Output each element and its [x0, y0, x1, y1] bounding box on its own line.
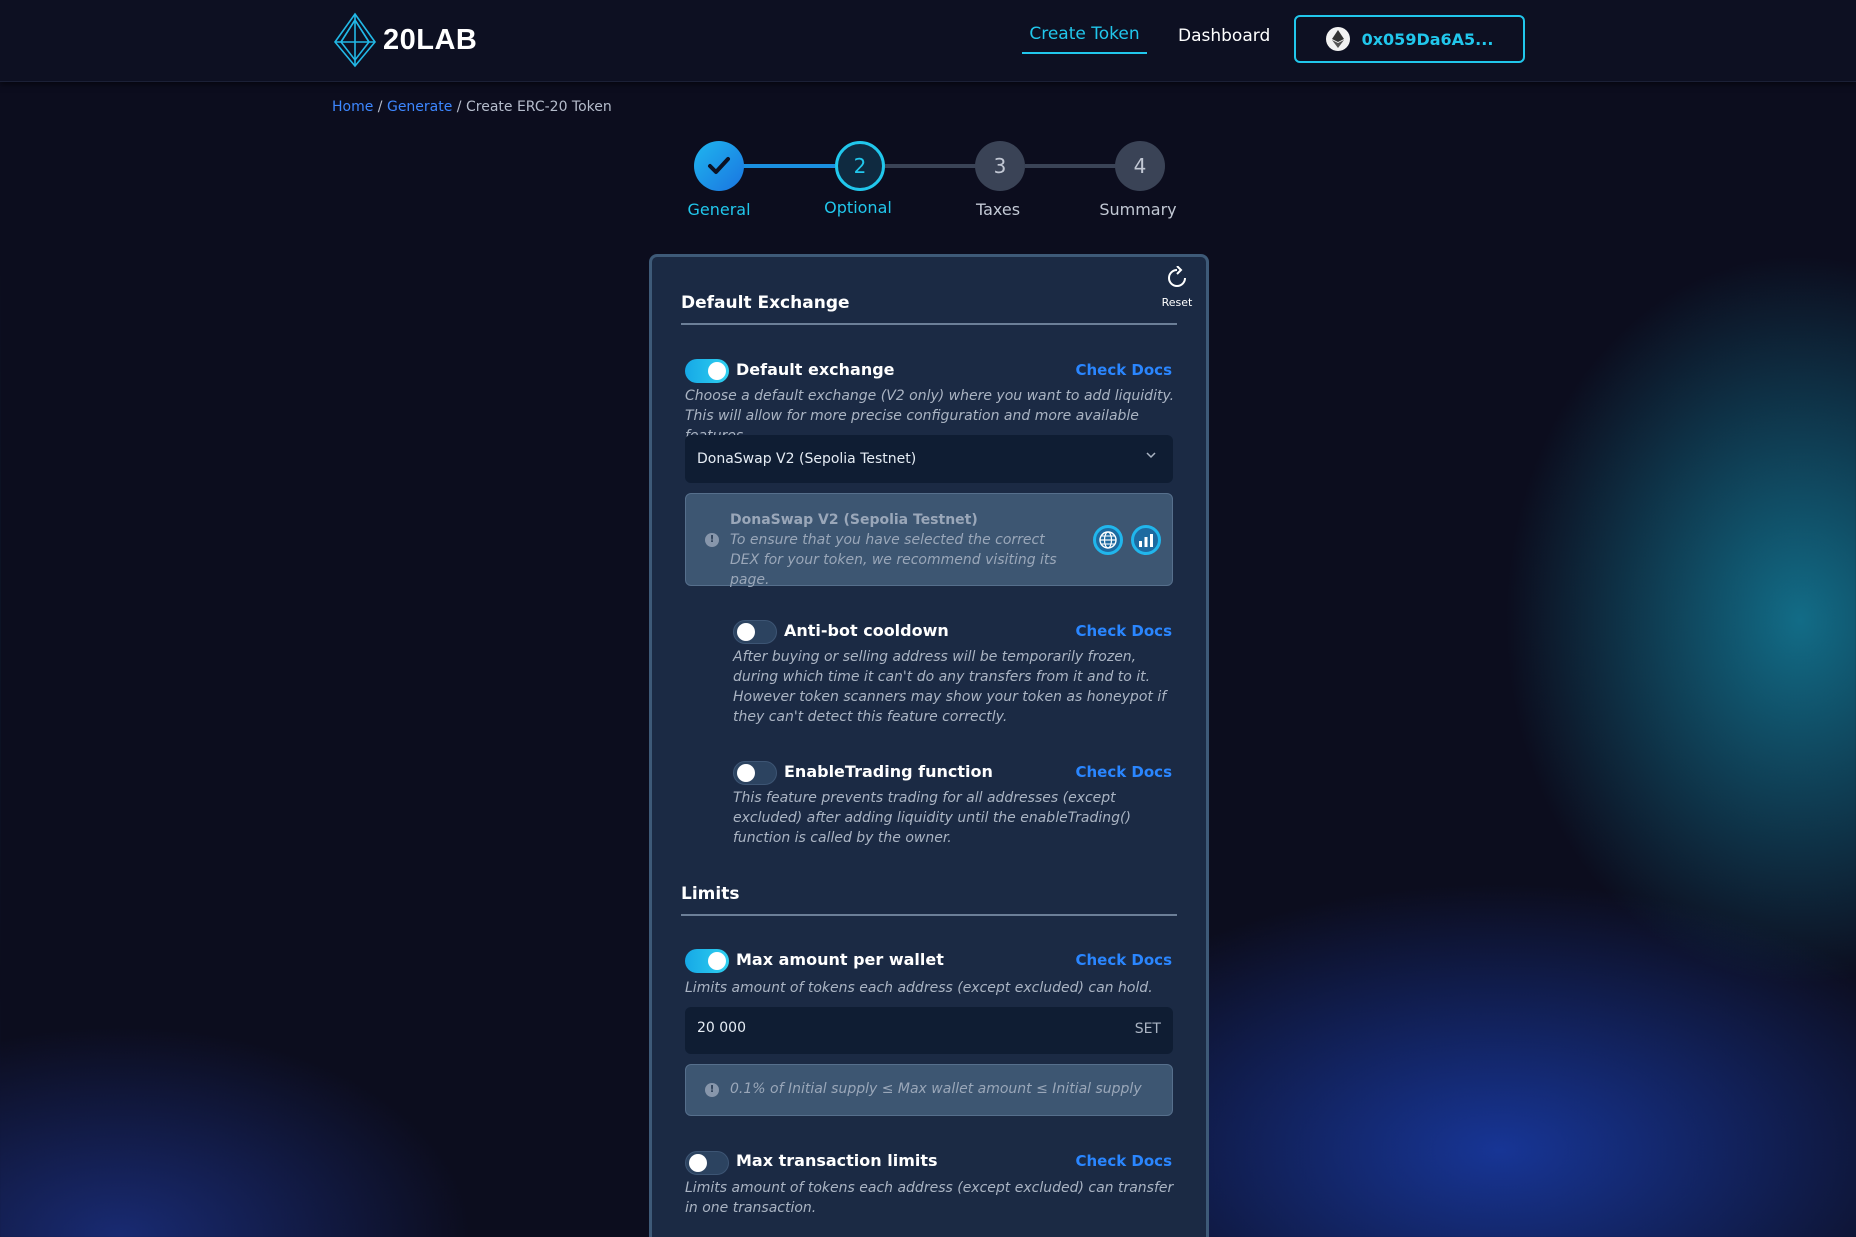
max-wallet-description: Limits amount of tokens each address (ex…	[685, 980, 1153, 996]
step-2-number: 2	[853, 154, 867, 178]
step-4-circle[interactable]: 4	[1115, 141, 1165, 191]
check-docs-link[interactable]: Check Docs	[1075, 361, 1172, 379]
check-docs-link[interactable]: Check Docs	[1075, 763, 1172, 781]
section-title-default-exchange: Default Exchange	[681, 293, 850, 313]
toggle-knob	[708, 362, 726, 380]
ethereum-diamond-icon	[333, 12, 377, 68]
step-1-label: General	[687, 200, 751, 219]
toggle-knob	[737, 764, 755, 782]
check-docs-link[interactable]: Check Docs	[1075, 951, 1172, 969]
exchange-select[interactable]: DonaSwap V2 (Sepolia Testnet)	[685, 435, 1173, 483]
info-icon: !	[705, 533, 719, 547]
breadcrumb-generate[interactable]: Generate	[387, 99, 452, 115]
top-header: 20LAB Create Token Dashboard 0x059Da6A5.…	[0, 0, 1856, 82]
nav-dashboard[interactable]: Dashboard	[1178, 26, 1270, 46]
anti-bot-description: After buying or selling address will be …	[733, 649, 1167, 725]
exchange-website-button[interactable]	[1093, 525, 1123, 555]
anti-bot-toggle[interactable]	[733, 620, 777, 644]
step-4-number: 4	[1133, 154, 1147, 178]
reset-button[interactable]: Reset	[1155, 265, 1199, 309]
toggle-knob	[708, 952, 726, 970]
step-1-circle[interactable]	[694, 141, 744, 191]
reset-icon	[1168, 265, 1186, 287]
check-docs-link[interactable]: Check Docs	[1075, 622, 1172, 640]
checkmark-icon	[708, 157, 730, 174]
breadcrumb-separator: /	[452, 99, 466, 115]
max-wallet-toggle[interactable]	[685, 949, 729, 973]
step-3-label: Taxes	[975, 200, 1021, 219]
step-connector-2	[885, 164, 977, 168]
enable-trading-title: EnableTrading function	[784, 762, 993, 781]
toggle-knob	[689, 1154, 707, 1172]
toggle-knob	[737, 623, 755, 641]
default-exchange-toggle[interactable]	[685, 359, 729, 383]
enable-trading-description: This feature prevents trading for all ad…	[733, 790, 1131, 846]
breadcrumb-home[interactable]: Home	[332, 99, 373, 115]
max-wallet-input[interactable]	[697, 1020, 1097, 1036]
breadcrumb-separator: /	[373, 99, 387, 115]
step-3-number: 3	[993, 154, 1007, 178]
wallet-button[interactable]: 0x059Da6A5...	[1294, 15, 1525, 63]
breadcrumb: Home / Generate / Create ERC-20 Token	[332, 99, 612, 115]
nav-create-token[interactable]: Create Token	[1022, 24, 1147, 54]
default-exchange-title: Default exchange	[736, 360, 895, 379]
exchange-select-value: DonaSwap V2 (Sepolia Testnet)	[697, 451, 917, 467]
step-2-circle[interactable]: 2	[835, 141, 885, 191]
logo-text: 20LAB	[383, 23, 478, 56]
reset-label: Reset	[1161, 296, 1193, 309]
max-tx-title: Max transaction limits	[736, 1151, 938, 1170]
step-2-label: Optional	[824, 198, 892, 217]
logo[interactable]: 20LAB	[331, 12, 477, 68]
set-button[interactable]: SET	[1135, 1021, 1161, 1037]
globe-icon	[1099, 531, 1117, 549]
max-wallet-title: Max amount per wallet	[736, 950, 944, 969]
step-connector-3	[1025, 164, 1117, 168]
section-divider	[681, 323, 1177, 325]
max-wallet-input-box: SET	[685, 1007, 1173, 1054]
exchange-info-text: To ensure that you have selected the cor…	[730, 532, 1057, 588]
info-icon: !	[705, 1083, 719, 1097]
chevron-down-icon	[1146, 452, 1156, 459]
step-4-label: Summary	[1099, 200, 1177, 219]
exchange-chart-button[interactable]	[1131, 525, 1161, 555]
enable-trading-toggle[interactable]	[733, 761, 777, 785]
step-progress: 2 3 4 General Optional Taxes Summary	[680, 140, 1220, 220]
section-divider	[681, 914, 1177, 916]
step-connector-1	[743, 164, 835, 168]
step-3-circle[interactable]: 3	[975, 141, 1025, 191]
ethereum-icon	[1325, 27, 1350, 51]
max-tx-description: Limits amount of tokens each address (ex…	[685, 1180, 1174, 1216]
exchange-info-box: ! DonaSwap V2 (Sepolia Testnet) To ensur…	[685, 493, 1173, 588]
section-title-limits: Limits	[681, 884, 740, 904]
max-wallet-rule-box: ! 0.1% of Initial supply ≤ Max wallet am…	[685, 1064, 1173, 1116]
anti-bot-title: Anti-bot cooldown	[784, 621, 949, 640]
exchange-info-title: DonaSwap V2 (Sepolia Testnet)	[730, 512, 978, 528]
chart-icon	[1139, 534, 1153, 547]
max-wallet-rule-text: 0.1% of Initial supply ≤ Max wallet amou…	[730, 1081, 1142, 1097]
max-tx-toggle[interactable]	[685, 1151, 729, 1175]
check-docs-link[interactable]: Check Docs	[1075, 1152, 1172, 1170]
wallet-address: 0x059Da6A5...	[1361, 29, 1494, 49]
breadcrumb-current: Create ERC-20 Token	[465, 99, 612, 115]
